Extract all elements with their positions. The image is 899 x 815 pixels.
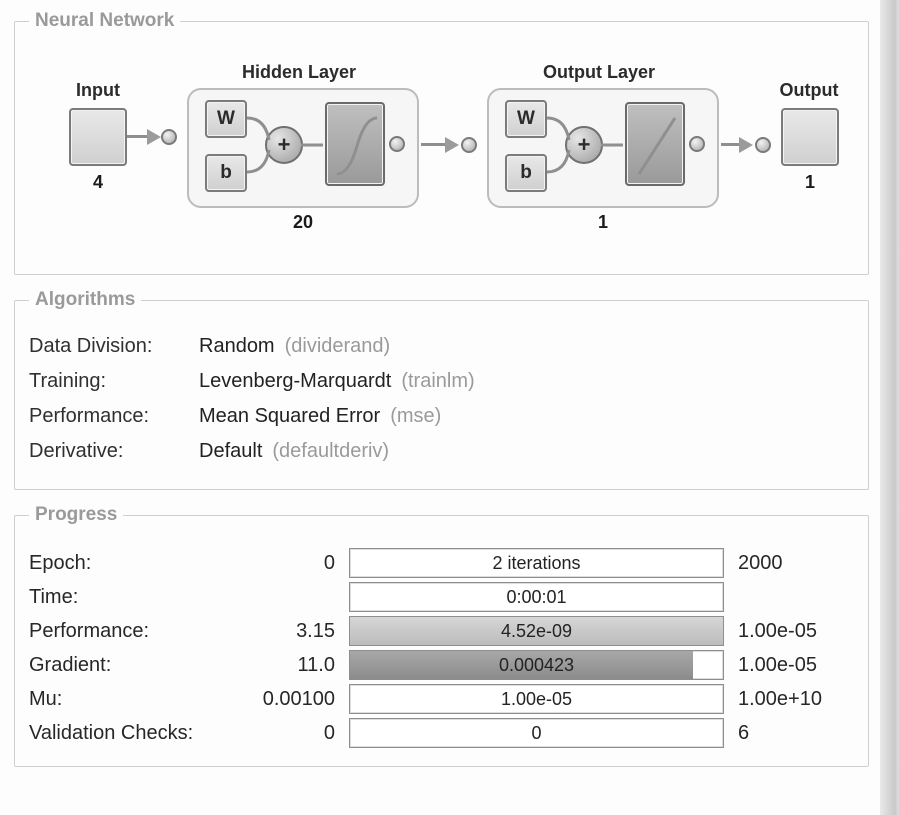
- progress-end: 2000: [734, 552, 854, 575]
- progress-start: 11.0: [239, 654, 339, 677]
- output-size: 1: [781, 172, 839, 193]
- progress-center: 1.00e-05: [350, 685, 723, 713]
- progress-row-epoch: Epoch: 0 2 iterations 2000: [29, 548, 854, 578]
- algo-label: Training:: [29, 370, 199, 393]
- algo-value: Default: [199, 440, 262, 463]
- algo-row-data-division: Data Division: Random (dividerand): [29, 335, 854, 358]
- progress-center: 0.000423: [350, 651, 723, 679]
- algo-value: Mean Squared Error: [199, 405, 380, 428]
- algo-row-derivative: Derivative: Default (defaultderiv): [29, 440, 854, 463]
- output-label: Output: [769, 80, 849, 101]
- progress-center: 0: [350, 719, 723, 747]
- output-connectors: [487, 88, 719, 208]
- algo-function: (defaultderiv): [272, 440, 389, 463]
- progress-end: 1.00e+10: [734, 688, 854, 711]
- progress-start: 0: [239, 722, 339, 745]
- input-label: Input: [63, 80, 133, 101]
- progress-label: Performance:: [29, 620, 229, 643]
- progress-row-validation: Validation Checks: 0 0 6: [29, 718, 854, 748]
- progress-end: 1.00e-05: [734, 620, 854, 643]
- progress-bar-time: 0:00:01: [349, 582, 724, 612]
- arrowhead-icon: [739, 137, 753, 153]
- progress-end: 6: [734, 722, 854, 745]
- input-block: [69, 108, 127, 166]
- progress-center: 4.52e-09: [350, 617, 723, 645]
- hidden-label: Hidden Layer: [209, 62, 389, 83]
- progress-bar-mu: 1.00e-05: [349, 684, 724, 714]
- progress-label: Time:: [29, 586, 229, 609]
- nntraintool-window: Neural Network Input 4 Hidden Layer W b …: [0, 0, 899, 815]
- port-icon: [161, 129, 177, 145]
- network-diagram: Input 4 Hidden Layer W b + 20: [29, 50, 854, 260]
- port-icon: [389, 136, 405, 152]
- progress-start: 0.00100: [239, 688, 339, 711]
- outputlayer-size: 1: [487, 212, 719, 233]
- progress-title: Progress: [29, 504, 123, 526]
- progress-row-performance: Performance: 3.15 4.52e-09 1.00e-05: [29, 616, 854, 646]
- progress-center: 0:00:01: [350, 583, 723, 611]
- algo-function: (mse): [390, 405, 441, 428]
- progress-label: Validation Checks:: [29, 722, 229, 745]
- neural-network-title: Neural Network: [29, 10, 180, 32]
- arrowhead-icon: [445, 137, 459, 153]
- progress-bar-validation: 0: [349, 718, 724, 748]
- port-icon: [755, 137, 771, 153]
- progress-label: Mu:: [29, 688, 229, 711]
- port-icon: [461, 137, 477, 153]
- algo-label: Performance:: [29, 405, 199, 428]
- hidden-connectors: [187, 88, 419, 208]
- port-icon: [689, 136, 705, 152]
- algo-function: (dividerand): [285, 335, 391, 358]
- output-block: [781, 108, 839, 166]
- progress-end: 1.00e-05: [734, 654, 854, 677]
- progress-bar-performance: 4.52e-09: [349, 616, 724, 646]
- neural-network-panel: Neural Network Input 4 Hidden Layer W b …: [14, 10, 869, 275]
- progress-row-time: Time: 0:00:01: [29, 582, 854, 612]
- progress-panel: Progress Epoch: 0 2 iterations 2000 Time…: [14, 504, 869, 767]
- algorithms-title: Algorithms: [29, 289, 141, 311]
- algo-value: Random: [199, 335, 275, 358]
- progress-label: Epoch:: [29, 552, 229, 575]
- progress-row-mu: Mu: 0.00100 1.00e-05 1.00e+10: [29, 684, 854, 714]
- progress-start: 0: [239, 552, 339, 575]
- input-size: 4: [69, 172, 127, 193]
- progress-label: Gradient:: [29, 654, 229, 677]
- progress-start: 3.15: [239, 620, 339, 643]
- algorithms-panel: Algorithms Data Division: Random (divide…: [14, 289, 869, 490]
- algo-label: Derivative:: [29, 440, 199, 463]
- algo-function: (trainlm): [401, 370, 474, 393]
- progress-bar-gradient: 0.000423: [349, 650, 724, 680]
- progress-row-gradient: Gradient: 11.0 0.000423 1.00e-05: [29, 650, 854, 680]
- outputlayer-label: Output Layer: [509, 62, 689, 83]
- arrowhead-icon: [147, 129, 161, 145]
- progress-bar-epoch: 2 iterations: [349, 548, 724, 578]
- algo-row-performance: Performance: Mean Squared Error (mse): [29, 405, 854, 428]
- algo-label: Data Division:: [29, 335, 199, 358]
- algo-row-training: Training: Levenberg-Marquardt (trainlm): [29, 370, 854, 393]
- progress-center: 2 iterations: [350, 549, 723, 577]
- hidden-size: 20: [187, 212, 419, 233]
- algo-value: Levenberg-Marquardt: [199, 370, 391, 393]
